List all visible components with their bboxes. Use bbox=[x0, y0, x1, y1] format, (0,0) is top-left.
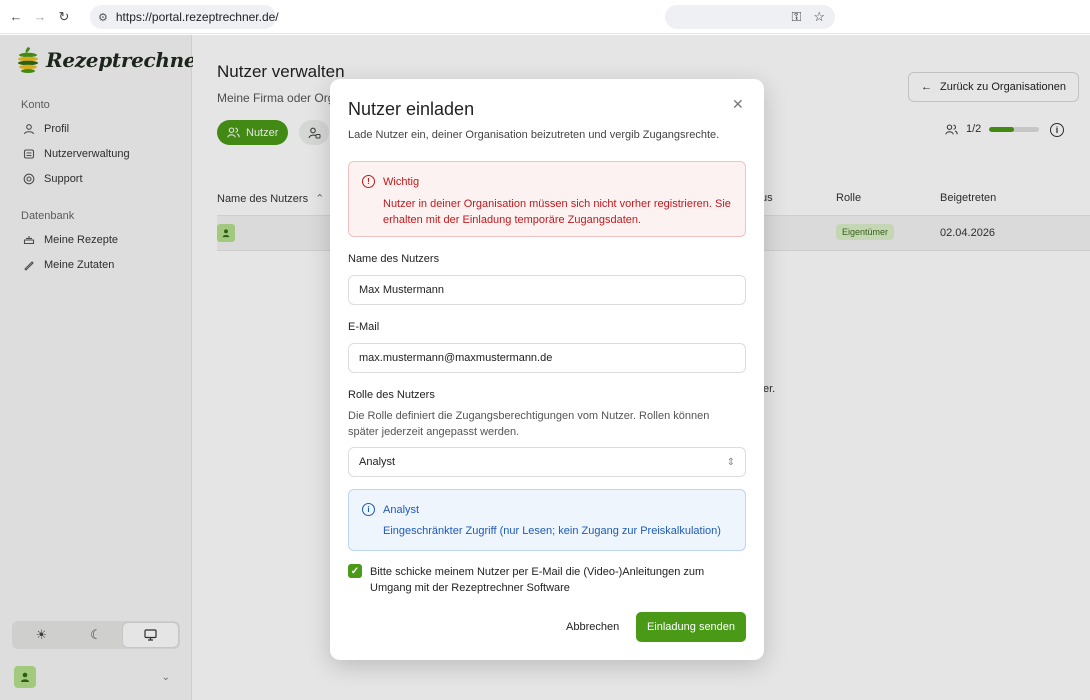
role-select-value: Analyst bbox=[359, 456, 396, 468]
name-label: Name des Nutzers bbox=[348, 253, 440, 265]
info-title: Analyst bbox=[383, 504, 420, 516]
alert-circle-icon: ! bbox=[362, 175, 375, 188]
alert-body: Nutzer in deiner Organisation müssen sic… bbox=[383, 198, 731, 226]
role-hint: Die Rolle definiert die Zugangsberechtig… bbox=[348, 410, 710, 438]
close-icon[interactable]: ✕ bbox=[732, 96, 744, 113]
browser-toolbar: ← → ↻ ⚙ https://portal.rezeptrechner.de/… bbox=[0, 0, 1090, 34]
important-alert: ! Wichtig Nutzer in deiner Organisation … bbox=[348, 161, 746, 237]
role-info-alert: i Analyst Eingeschränkter Zugriff (nur L… bbox=[348, 489, 746, 551]
dialog-description: Lade Nutzer ein, deiner Organisation bei… bbox=[348, 129, 720, 141]
email-label: E-Mail bbox=[348, 321, 380, 333]
address-bar-actions: ⚿ ☆ bbox=[665, 5, 835, 29]
name-input[interactable] bbox=[348, 275, 746, 305]
url-text: https://portal.rezeptrechner.de/ bbox=[115, 10, 279, 24]
password-key-icon[interactable]: ⚿ bbox=[791, 9, 801, 25]
role-select[interactable]: Analyst ⇕ bbox=[348, 447, 746, 477]
cancel-button[interactable]: Abbrechen bbox=[556, 612, 629, 642]
send-tutorials-label[interactable]: Bitte schicke meinem Nutzer per E-Mail d… bbox=[370, 564, 742, 596]
forward-arrow-icon[interactable]: → bbox=[28, 5, 52, 29]
back-arrow-icon[interactable]: ← bbox=[4, 5, 28, 29]
info-circle-icon: i bbox=[362, 503, 375, 516]
send-invitation-button[interactable]: Einladung senden bbox=[636, 612, 746, 642]
role-label: Rolle des Nutzers bbox=[348, 389, 435, 401]
reload-icon[interactable]: ↻ bbox=[52, 5, 76, 29]
address-bar[interactable]: ⚙ https://portal.rezeptrechner.de/ bbox=[90, 5, 279, 29]
bookmark-star-icon[interactable]: ☆ bbox=[813, 9, 825, 25]
alert-title: Wichtig bbox=[383, 176, 420, 188]
send-tutorials-checkbox[interactable]: ✓ bbox=[348, 564, 362, 578]
email-input[interactable] bbox=[348, 343, 746, 373]
invite-user-dialog: Nutzer einladen ✕ Lade Nutzer ein, deine… bbox=[330, 79, 764, 660]
site-settings-icon[interactable]: ⚙ bbox=[98, 11, 108, 24]
chevron-updown-icon: ⇕ bbox=[726, 456, 735, 468]
info-body: Eingeschränkter Zugriff (nur Lesen; kein… bbox=[383, 525, 721, 537]
dialog-title: Nutzer einladen bbox=[348, 99, 475, 119]
